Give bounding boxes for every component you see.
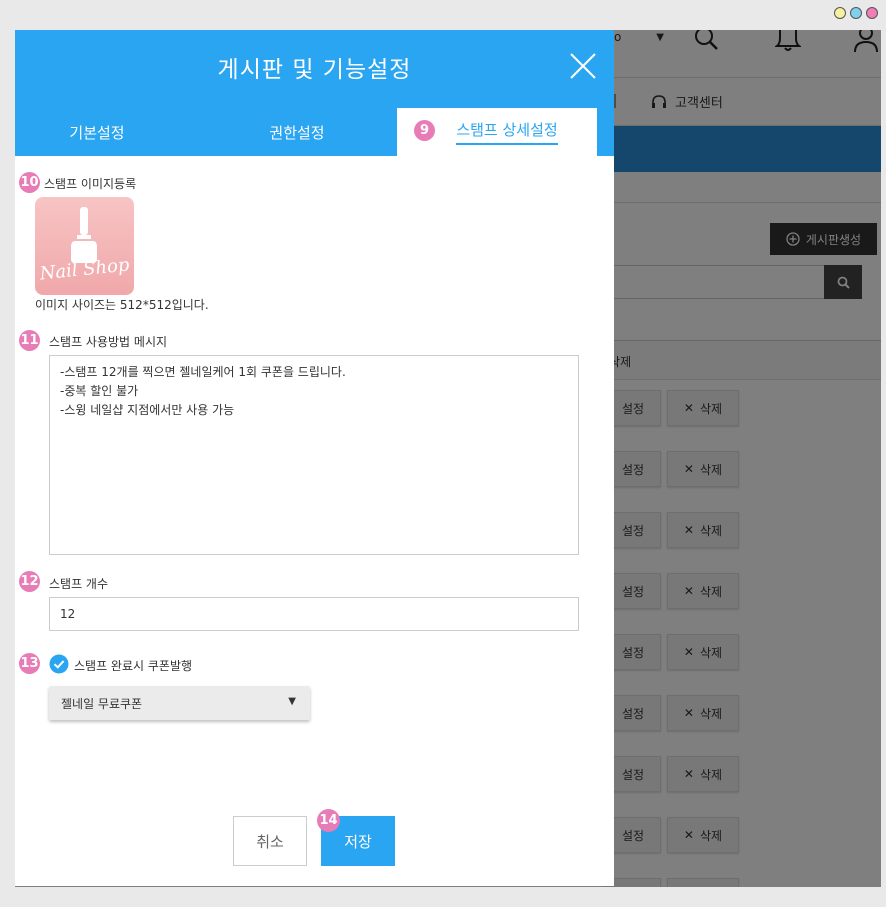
step-badge: 9 (414, 120, 435, 141)
stamp-image-upload[interactable]: Nail Shop (35, 197, 134, 295)
step-badge: 11 (19, 330, 40, 351)
stamp-image-label: 스탬프 이미지등록 (44, 177, 137, 191)
minimize-dot[interactable] (834, 7, 846, 19)
step-badge: 14 (317, 809, 340, 832)
coupon-select-value: 젤네일 무료쿠폰 (61, 697, 143, 711)
modal-header: 게시판 및 기능설정 기본설정 권한설정 9 스탬프 상세설정 (15, 30, 614, 156)
image-size-hint: 이미지 사이즈는 512*512입니다. (35, 298, 209, 312)
usage-message-label: 스탬프 사용방법 메시지 (49, 335, 168, 349)
stamp-count-label: 스탬프 개수 (49, 577, 109, 591)
tab-permission-settings[interactable]: 권한설정 (197, 108, 397, 156)
modal-title: 게시판 및 기능설정 (217, 57, 412, 83)
maximize-dot[interactable] (850, 7, 862, 19)
stamp-count-input[interactable]: 12 (49, 597, 579, 631)
nail-polish-icon (71, 207, 97, 263)
usage-message-textarea[interactable]: -스탬프 12개를 찍으면 젤네일케어 1회 쿠폰을 드립니다. -중복 할인 … (49, 355, 579, 555)
coupon-checkbox[interactable] (49, 654, 69, 674)
save-button-label: 저장 (344, 832, 372, 851)
settings-tabs: 기본설정 권한설정 9 스탬프 상세설정 (15, 108, 614, 156)
cancel-button-label: 취소 (256, 832, 284, 851)
caret-down-icon: ▼ (288, 696, 296, 707)
tab-stamp-settings[interactable]: 9 스탬프 상세설정 (397, 108, 597, 156)
close-icon[interactable] (567, 50, 599, 82)
coupon-issue-label: 스탬프 완료시 쿠폰발행 (74, 659, 193, 673)
tab-stamp-label: 스탬프 상세설정 (456, 119, 558, 145)
tab-permission-label: 권한설정 (269, 123, 325, 142)
stamp-logo-text: Nail Shop (38, 254, 131, 285)
step-badge: 13 (19, 653, 40, 674)
board-settings-modal: 게시판 및 기능설정 기본설정 권한설정 9 스탬프 상세설정 10 스탬프 이… (15, 30, 614, 886)
step-badge: 10 (19, 172, 40, 193)
close-dot[interactable] (866, 7, 878, 19)
tab-basic-label: 기본설정 (69, 123, 125, 142)
coupon-select[interactable]: 젤네일 무료쿠폰 ▼ (49, 686, 310, 720)
step-badge: 12 (19, 571, 40, 592)
tab-basic-settings[interactable]: 기본설정 (15, 108, 179, 156)
window-controls (834, 7, 878, 19)
cancel-button[interactable]: 취소 (233, 816, 307, 866)
